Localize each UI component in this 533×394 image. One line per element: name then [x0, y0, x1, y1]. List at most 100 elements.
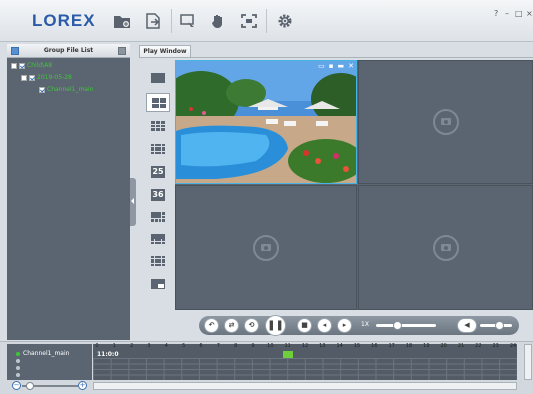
close-icon[interactable]: ✕ [348, 62, 354, 70]
recording-segment[interactable] [283, 351, 293, 358]
tree-checkbox[interactable] [39, 86, 45, 93]
export-icon[interactable] [144, 13, 162, 29]
hour-tick-label: 11 [284, 343, 291, 349]
video-cell-2[interactable] [358, 60, 533, 184]
layout-16-button[interactable] [146, 140, 170, 159]
zoom-in-icon[interactable]: + [78, 381, 87, 390]
maximize-button[interactable]: □ [515, 9, 523, 18]
layout-36-button[interactable]: 36 [146, 186, 170, 205]
back-10s-button[interactable]: ↶ [204, 318, 219, 333]
rewind-button[interactable]: ⟲ [244, 318, 259, 333]
step-back-button[interactable]: ◂ [317, 318, 332, 333]
hour-tick-label: 4 [164, 343, 168, 349]
group-file-list-header: Group File List [7, 44, 130, 58]
zoom-slider-knob[interactable] [26, 382, 34, 390]
timeline-channel-list: Channel1_main [7, 344, 92, 380]
layout-4-button[interactable] [146, 93, 170, 112]
tree-node-channel[interactable]: Channel1_main [39, 86, 93, 93]
camera-placeholder-icon [253, 234, 279, 261]
hour-tick-label: 22 [475, 343, 482, 349]
close-button[interactable]: × [526, 9, 533, 18]
layout-25-button[interactable]: 25 [146, 163, 170, 182]
minimize-button[interactable]: – [505, 9, 509, 18]
fullscreen-icon[interactable] [240, 13, 258, 29]
layout-9-button[interactable] [146, 117, 170, 136]
timeline-hour-scale: 0 1 2 3 4 5 6 7 8 9 10 11 12 13 14 15 16 17 18 19 20 21 22 23 24 [93, 343, 517, 351]
speed-slider[interactable] [376, 324, 436, 327]
hour-tick-label: 8 [234, 343, 238, 349]
camera-placeholder-icon [432, 109, 459, 135]
empty-channel-dot [16, 366, 20, 370]
timeline-channel-label: Channel1_main [23, 350, 70, 357]
timeline-channel-row[interactable]: Channel1_main [16, 350, 69, 357]
hour-tick-label: 19 [423, 343, 430, 349]
layout-13-icon [151, 256, 165, 266]
pause-button[interactable]: ❚❚ [265, 315, 286, 336]
lorex-logo: LOREX [32, 11, 96, 30]
layout-1-button[interactable] [146, 69, 170, 88]
tree-checkbox[interactable] [29, 74, 35, 81]
hour-tick-label: 13 [319, 343, 326, 349]
speed-slider-knob[interactable] [393, 321, 402, 330]
step-forward-button[interactable]: ▸ [337, 318, 352, 333]
zoom-out-icon[interactable]: − [12, 381, 21, 390]
tree-checkbox[interactable] [19, 62, 25, 69]
group-file-list-title: Group File List [43, 47, 94, 54]
hour-tick-label: 16 [371, 343, 378, 349]
hour-tick-label: 9 [251, 343, 255, 349]
pip-icon [151, 279, 165, 289]
hour-tick-label: 14 [336, 343, 343, 349]
hour-tick-label: 7 [216, 343, 220, 349]
expand-icon[interactable] [21, 74, 27, 81]
hour-tick-label: 3 [147, 343, 151, 349]
empty-channel-dot [16, 359, 20, 363]
hour-tick-label: 23 [492, 343, 499, 349]
hour-tick-label: 12 [301, 343, 309, 349]
sync-play-button[interactable]: ⇄ [224, 318, 239, 333]
expand-icon[interactable] [11, 62, 17, 69]
help-button[interactable]: ? [494, 9, 498, 18]
timeline-zoom: − + [12, 381, 90, 391]
panel-menu-icon[interactable] [118, 47, 126, 55]
layout-pip-button[interactable] [146, 275, 170, 294]
channel-status-dot [16, 351, 20, 356]
camera-placeholder-icon [432, 234, 459, 261]
video-cell-4[interactable] [358, 185, 533, 310]
timeline-horizontal-scrollbar[interactable] [93, 382, 517, 390]
tree-label: 2019-05-28 [37, 74, 72, 81]
record-icon[interactable]: ▬ [338, 62, 345, 70]
hand-icon[interactable] [209, 13, 227, 29]
screenshot-icon[interactable] [179, 13, 197, 29]
video-cell-3[interactable] [175, 185, 357, 310]
hour-tick-label: 10 [267, 343, 274, 349]
hour-tick-label: 1 [112, 343, 116, 349]
layout-25-icon: 25 [151, 166, 165, 178]
group-file-list-panel: Group File List Child\A8 2019-05-28 Chan… [7, 44, 130, 340]
video-cell-toolbar: ▭ ▪ ▬ ✕ [318, 62, 354, 70]
stop-button[interactable]: ■ [297, 318, 312, 333]
collapse-panel-handle[interactable] [130, 178, 136, 226]
hour-tick-label: 21 [457, 343, 465, 349]
camera-icon[interactable]: ▪ [329, 62, 334, 70]
timeline-grid [93, 358, 517, 380]
tree-label: Child\A8 [27, 62, 53, 69]
tree-node-date[interactable]: 2019-05-28 [21, 74, 72, 81]
layout-10-button[interactable] [146, 230, 170, 249]
timeline-current-time: 11:0:0 [97, 351, 119, 358]
speed-label: 1X [361, 321, 369, 328]
settings-gear-icon[interactable] [276, 13, 294, 29]
layout-1-icon [151, 73, 165, 83]
layout-8-button[interactable] [146, 208, 170, 227]
layout-10-icon [151, 234, 165, 244]
video-grid: ▭ ▪ ▬ ✕ [175, 60, 533, 310]
volume-icon[interactable]: ◀ [457, 318, 477, 333]
layout-13-button[interactable] [146, 252, 170, 271]
video-cell-1[interactable]: ▭ ▪ ▬ ✕ [175, 60, 357, 184]
pool-video-frame [176, 61, 356, 183]
tree-node-device[interactable]: Child\A8 [11, 62, 52, 69]
chat-icon[interactable]: ▭ [318, 62, 325, 70]
playback-controls: ↶ ⇄ ⟲ ❚❚ ■ ◂ ▸ 1X ◀ [175, 310, 533, 340]
timeline-vertical-scrollbar[interactable] [524, 344, 532, 380]
hour-tick-label: 18 [405, 343, 413, 349]
open-folder-icon[interactable] [113, 13, 131, 29]
